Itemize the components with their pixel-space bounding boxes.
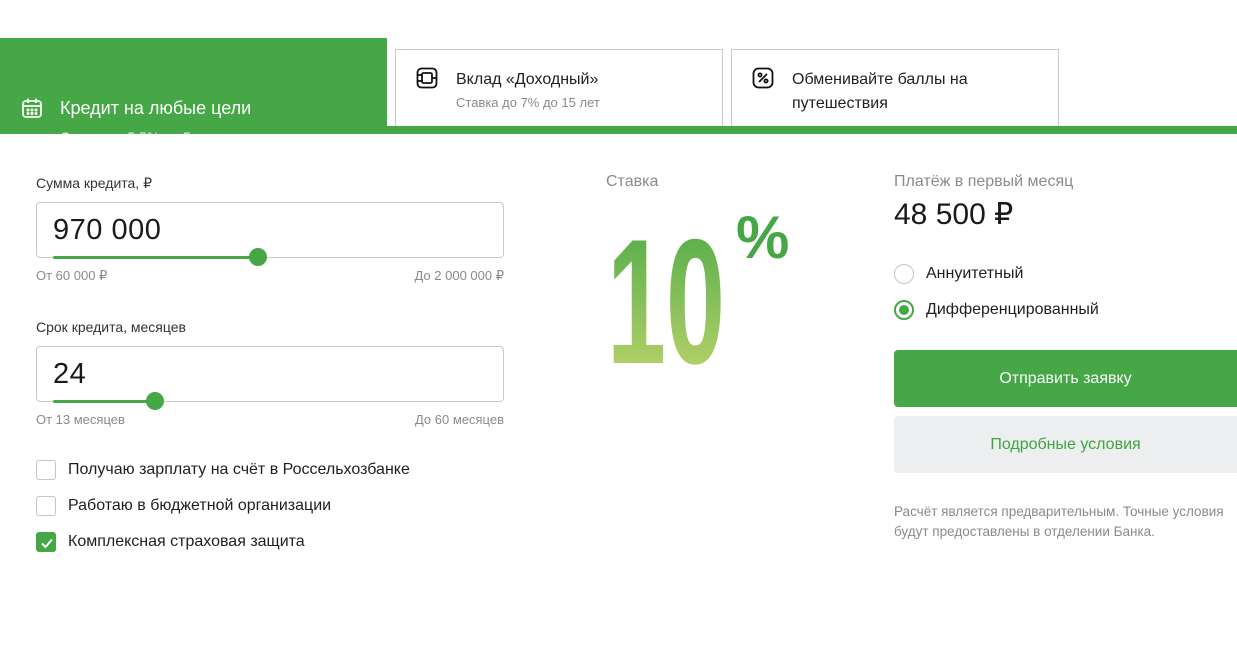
term-slider-track [53, 400, 155, 403]
radio-label: Дифференцированный [926, 301, 1099, 318]
amount-value: 970 000 [53, 214, 162, 246]
radio-label: Аннуитетный [926, 265, 1024, 282]
term-field[interactable]: 24 [36, 346, 504, 410]
deposit-icon [416, 67, 438, 94]
payment-label: Платёж в первый месяц [894, 173, 1074, 190]
checkbox[interactable] [36, 496, 56, 516]
tab-title: Кредит на любые цели [60, 98, 252, 118]
term-max-label: До 60 месяцев [414, 412, 504, 427]
percent-icon [752, 67, 774, 94]
term-value: 24 [53, 358, 87, 390]
tab-deposit[interactable]: Вклад «Доходный» Ставка до 7% до 15 лет [395, 49, 723, 126]
tab-title: Вклад «Доходный» [456, 71, 599, 88]
submit-application-button[interactable]: Отправить заявку [894, 350, 1237, 407]
checkbox-label: Комплексная страховая защита [68, 533, 305, 550]
detailed-terms-button[interactable]: Подробные условия [894, 416, 1237, 473]
term-min-label: От 13 месяцев [36, 412, 125, 427]
checkbox-label: Работаю в бюджетной организации [68, 497, 332, 514]
rate-label: Ставка [606, 173, 659, 190]
rate-unit: % [736, 204, 789, 271]
rate-value: 10 [607, 202, 725, 370]
calendar-icon [21, 97, 43, 124]
checkbox[interactable] [36, 532, 56, 552]
amount-label: Сумма кредита, ₽ [36, 175, 152, 191]
term-slider-thumb[interactable] [146, 392, 164, 410]
tab-loan[interactable]: Кредит на любые цели Ставка от 5,5% до 5… [0, 38, 387, 145]
payment-value: 48 500 ₽ [894, 198, 1014, 231]
amount-slider-track [53, 256, 258, 259]
tab-points-exchange[interactable]: Обменивайте баллы на путешествия [731, 49, 1059, 126]
term-label: Срок кредита, месяцев [36, 319, 186, 335]
tab-title: Обменивайте баллы на путешествия [792, 71, 968, 112]
rate-display: 10 % [605, 200, 805, 401]
tab-subtitle: Ставка до 7% до 15 лет [456, 95, 600, 110]
checkbox-label: Получаю зарплату на счёт в Россельхозбан… [68, 461, 410, 478]
radio-circle[interactable] [894, 264, 914, 284]
amount-slider-thumb[interactable] [249, 248, 267, 266]
amount-min-label: От 60 000 ₽ [36, 268, 108, 283]
checkbox[interactable] [36, 460, 56, 480]
amount-field[interactable]: 970 000 [36, 202, 504, 266]
check-icon [41, 538, 53, 549]
disclaimer-note: Расчёт является предварительным. Точные … [894, 504, 1224, 539]
radio-circle[interactable] [894, 300, 914, 320]
amount-max-label: До 2 000 000 ₽ [414, 268, 504, 283]
tab-subtitle: Ставка от 5,5% до 5 лет [60, 129, 217, 145]
